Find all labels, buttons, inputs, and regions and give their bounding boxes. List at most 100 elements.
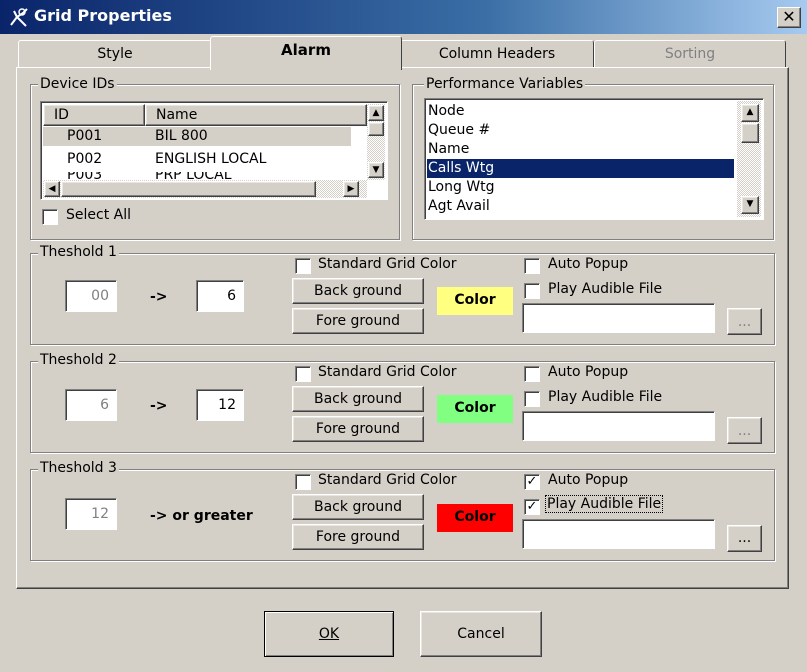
title-bar[interactable]: Grid Properties ✕ [0, 0, 807, 34]
arrow-down-icon: ▼ [746, 199, 754, 209]
threshold-3-browse-button[interactable]: ... [727, 525, 762, 552]
row-id: P002 [67, 151, 103, 167]
performance-variables-legend: Performance Variables [424, 76, 586, 92]
tab-label: Style [97, 46, 133, 62]
threshold-1-auto-popup-checkbox[interactable] [524, 258, 540, 274]
list-item[interactable]: Queue # [427, 121, 734, 140]
threshold-2-play-audible-checkbox[interactable] [524, 391, 540, 407]
row-name: ENGLISH LOCAL [155, 151, 267, 167]
table-row[interactable]: P001 BIL 800 [43, 127, 351, 146]
tab-label: Sorting [664, 46, 716, 62]
scroll-left-button[interactable]: ◀ [44, 181, 60, 197]
auto-popup-label: Auto Popup [548, 472, 629, 488]
scroll-up-button[interactable]: ▲ [368, 105, 384, 121]
close-button[interactable]: ✕ [777, 7, 801, 28]
tab-label: Alarm [281, 41, 331, 59]
threshold-3-play-audible-checkbox[interactable]: ✓ [524, 499, 540, 515]
cancel-label: Cancel [457, 626, 505, 642]
threshold-2-legend: Theshold 2 [38, 352, 119, 368]
ok-button[interactable]: OK [264, 611, 394, 657]
check-mark-icon: ✓ [526, 474, 538, 489]
scroll-down-button[interactable]: ▼ [741, 196, 759, 214]
standard-grid-color-label: Standard Grid Color [318, 256, 457, 272]
tab-column-headers[interactable]: Column Headers [400, 40, 594, 68]
threshold-1-browse-button[interactable]: ... [727, 308, 762, 335]
column-label: ID [54, 107, 69, 123]
threshold-1-standard-grid-color-checkbox[interactable] [295, 258, 311, 274]
threshold-3-foreground-button[interactable]: Fore ground [292, 524, 424, 550]
arrow-up-icon: ▲ [372, 108, 380, 118]
threshold-2-standard-grid-color-checkbox[interactable] [295, 366, 311, 382]
vertical-scrollbar[interactable]: ▲ ▼ [367, 104, 385, 180]
list-item[interactable]: Agt Avail [427, 197, 734, 216]
threshold-3-from-field[interactable]: 12 [65, 498, 117, 530]
arrow-right-icon: ▶ [347, 184, 355, 194]
arrow-up-icon: ▲ [746, 107, 754, 117]
threshold-3-audio-file-input[interactable] [522, 519, 715, 549]
scroll-thumb[interactable] [61, 181, 316, 197]
threshold-2-foreground-button[interactable]: Fore ground [292, 416, 424, 442]
ok-label: OK [318, 626, 340, 642]
vertical-scrollbar[interactable]: ▲ ▼ [737, 101, 761, 217]
scroll-down-button[interactable]: ▼ [368, 162, 384, 178]
window-title: Grid Properties [34, 6, 172, 25]
threshold-2-auto-popup-checkbox[interactable] [524, 366, 540, 382]
threshold-3-background-button[interactable]: Back ground [292, 494, 424, 520]
select-all-checkbox[interactable] [42, 209, 58, 225]
play-audible-file-label: Play Audible File [548, 389, 663, 405]
select-all-label: Select All [66, 207, 131, 223]
close-icon: ✕ [782, 7, 796, 26]
column-header-id[interactable]: ID [43, 104, 145, 126]
table-row[interactable]: P002 ENGLISH LOCAL [43, 150, 351, 169]
tab-style[interactable]: Style [18, 40, 212, 68]
threshold-2-color-swatch: Color [437, 395, 513, 423]
threshold-1-arrow: -> [150, 289, 168, 305]
device-ids-legend: Device IDs [38, 76, 117, 92]
threshold-3-auto-popup-checkbox[interactable]: ✓ [524, 474, 540, 490]
threshold-1-foreground-button[interactable]: Fore ground [292, 308, 424, 334]
play-audible-file-label: Play Audible File [548, 281, 663, 297]
auto-popup-label: Auto Popup [548, 256, 629, 272]
threshold-1-color-swatch: Color [437, 287, 513, 315]
tab-alarm[interactable]: Alarm [210, 36, 402, 70]
threshold-3-color-swatch: Color [437, 504, 513, 532]
threshold-2-background-button[interactable]: Back ground [292, 386, 424, 412]
list-item[interactable]: Long Wtg [427, 178, 734, 197]
list-item[interactable]: Node [427, 102, 734, 121]
arrow-down-icon: ▼ [372, 165, 380, 175]
tab-label: Column Headers [438, 46, 556, 62]
check-mark-icon: ✓ [526, 499, 538, 514]
threshold-1-to-field[interactable]: 6 [196, 280, 244, 312]
threshold-2-audio-file-input[interactable] [522, 411, 715, 441]
threshold-2-to-field[interactable]: 12 [196, 389, 244, 421]
list-item[interactable]: Name [427, 140, 734, 159]
threshold-1-audio-file-input[interactable] [522, 303, 715, 333]
cancel-button[interactable]: Cancel [420, 611, 542, 657]
performance-variables-list[interactable]: Node Queue # Name Calls Wtg Long Wtg Agt… [424, 98, 764, 220]
threshold-1-play-audible-checkbox[interactable] [524, 283, 540, 299]
arrow-left-icon: ◀ [48, 184, 56, 194]
horizontal-scrollbar[interactable]: ◀ ▶ [43, 180, 367, 198]
row-id: P001 [67, 128, 103, 144]
threshold-2-arrow: -> [150, 398, 168, 414]
scroll-right-button[interactable]: ▶ [343, 181, 359, 197]
threshold-2-from-field[interactable]: 6 [65, 389, 117, 421]
threshold-1-legend: Theshold 1 [38, 244, 119, 260]
list-item-selected[interactable]: Calls Wtg [427, 159, 734, 178]
standard-grid-color-label: Standard Grid Color [318, 472, 457, 488]
scroll-thumb[interactable] [741, 123, 759, 143]
row-name: BIL 800 [155, 128, 208, 144]
scroll-up-button[interactable]: ▲ [741, 104, 759, 122]
tab-sorting[interactable]: Sorting [594, 40, 786, 68]
auto-popup-label: Auto Popup [548, 364, 629, 380]
threshold-3-standard-grid-color-checkbox[interactable] [295, 474, 311, 490]
threshold-1-background-button[interactable]: Back ground [292, 278, 424, 304]
scroll-thumb[interactable] [368, 122, 384, 136]
threshold-3-legend: Theshold 3 [38, 460, 119, 476]
device-ids-list[interactable]: ID Name P001 BIL 800 P002 ENGLISH LOCAL … [40, 101, 388, 200]
threshold-1-from-field[interactable]: 00 [65, 280, 117, 312]
column-header-name[interactable]: Name [145, 104, 367, 126]
threshold-2-browse-button[interactable]: ... [727, 417, 762, 444]
standard-grid-color-label: Standard Grid Color [318, 364, 457, 380]
app-icon [10, 8, 28, 27]
